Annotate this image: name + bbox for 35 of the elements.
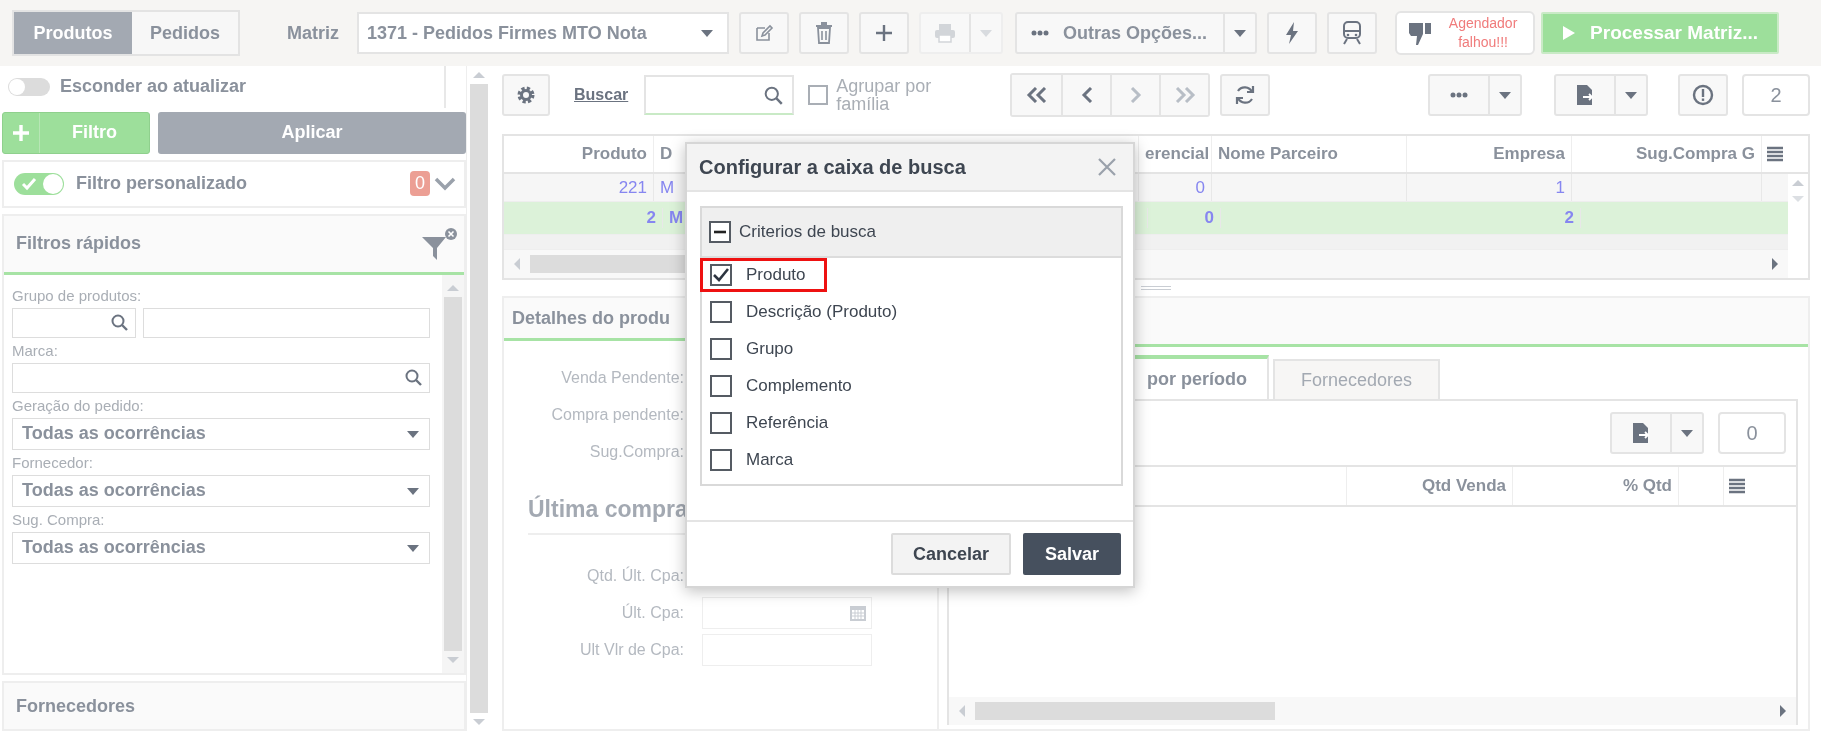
criteria-label: Grupo <box>746 339 794 359</box>
table-cell: 2 <box>513 208 663 228</box>
scheduler-message: Agendador falhou!!! <box>1447 14 1519 52</box>
field-label: Marca: <box>12 341 59 359</box>
field-label: Grupo de produtos: <box>12 286 143 304</box>
field-label: Geração do pedido: <box>12 396 145 414</box>
select-value: 1371 - Pedidos Firmes MTO Nota <box>367 22 647 44</box>
table-cell: 0 <box>1148 208 1221 228</box>
criteria-label: Complemento <box>746 376 852 396</box>
field-label: Fornecedor: <box>12 453 94 471</box>
hide-label: Esconder ao atualizar <box>60 76 247 98</box>
criteria-label: Descrição (Produto) <box>746 302 898 322</box>
field-label: Sug.Compra: <box>588 442 684 461</box>
field-label: Qtd. Últ. Cpa: <box>586 566 684 585</box>
criteria-label: Marca <box>746 450 794 470</box>
criteria-label: Referência <box>746 413 829 433</box>
custom-filter-label: Filtro personalizado <box>76 173 249 195</box>
panel-title: Filtros rápidos <box>16 233 141 255</box>
filter-count: 0 <box>410 171 431 197</box>
matriz-label: Matriz <box>287 22 341 44</box>
group-label: Agrupar por família <box>836 77 933 113</box>
record-count: 2 <box>1742 74 1810 116</box>
record-count: 0 <box>1718 412 1786 454</box>
field-label: Compra pendente: <box>550 405 684 424</box>
field-label: Venda Pendente: <box>560 368 684 387</box>
field-label: Sug. Compra: <box>12 510 106 528</box>
table-cell: 2 <box>1416 208 1581 228</box>
more-options-label: Outras Opções... <box>1063 22 1208 44</box>
table-cell: 1 <box>1407 174 1572 201</box>
panel-title: Detalhes do produ <box>512 307 670 329</box>
field-label: Ult Vlr de Cpa: <box>578 640 684 659</box>
field-label: Últ. Cpa: <box>620 603 684 622</box>
criteria-label: Produto <box>746 265 806 285</box>
table-cell: 221 <box>504 174 654 201</box>
table-cell: 0 <box>1139 174 1212 201</box>
